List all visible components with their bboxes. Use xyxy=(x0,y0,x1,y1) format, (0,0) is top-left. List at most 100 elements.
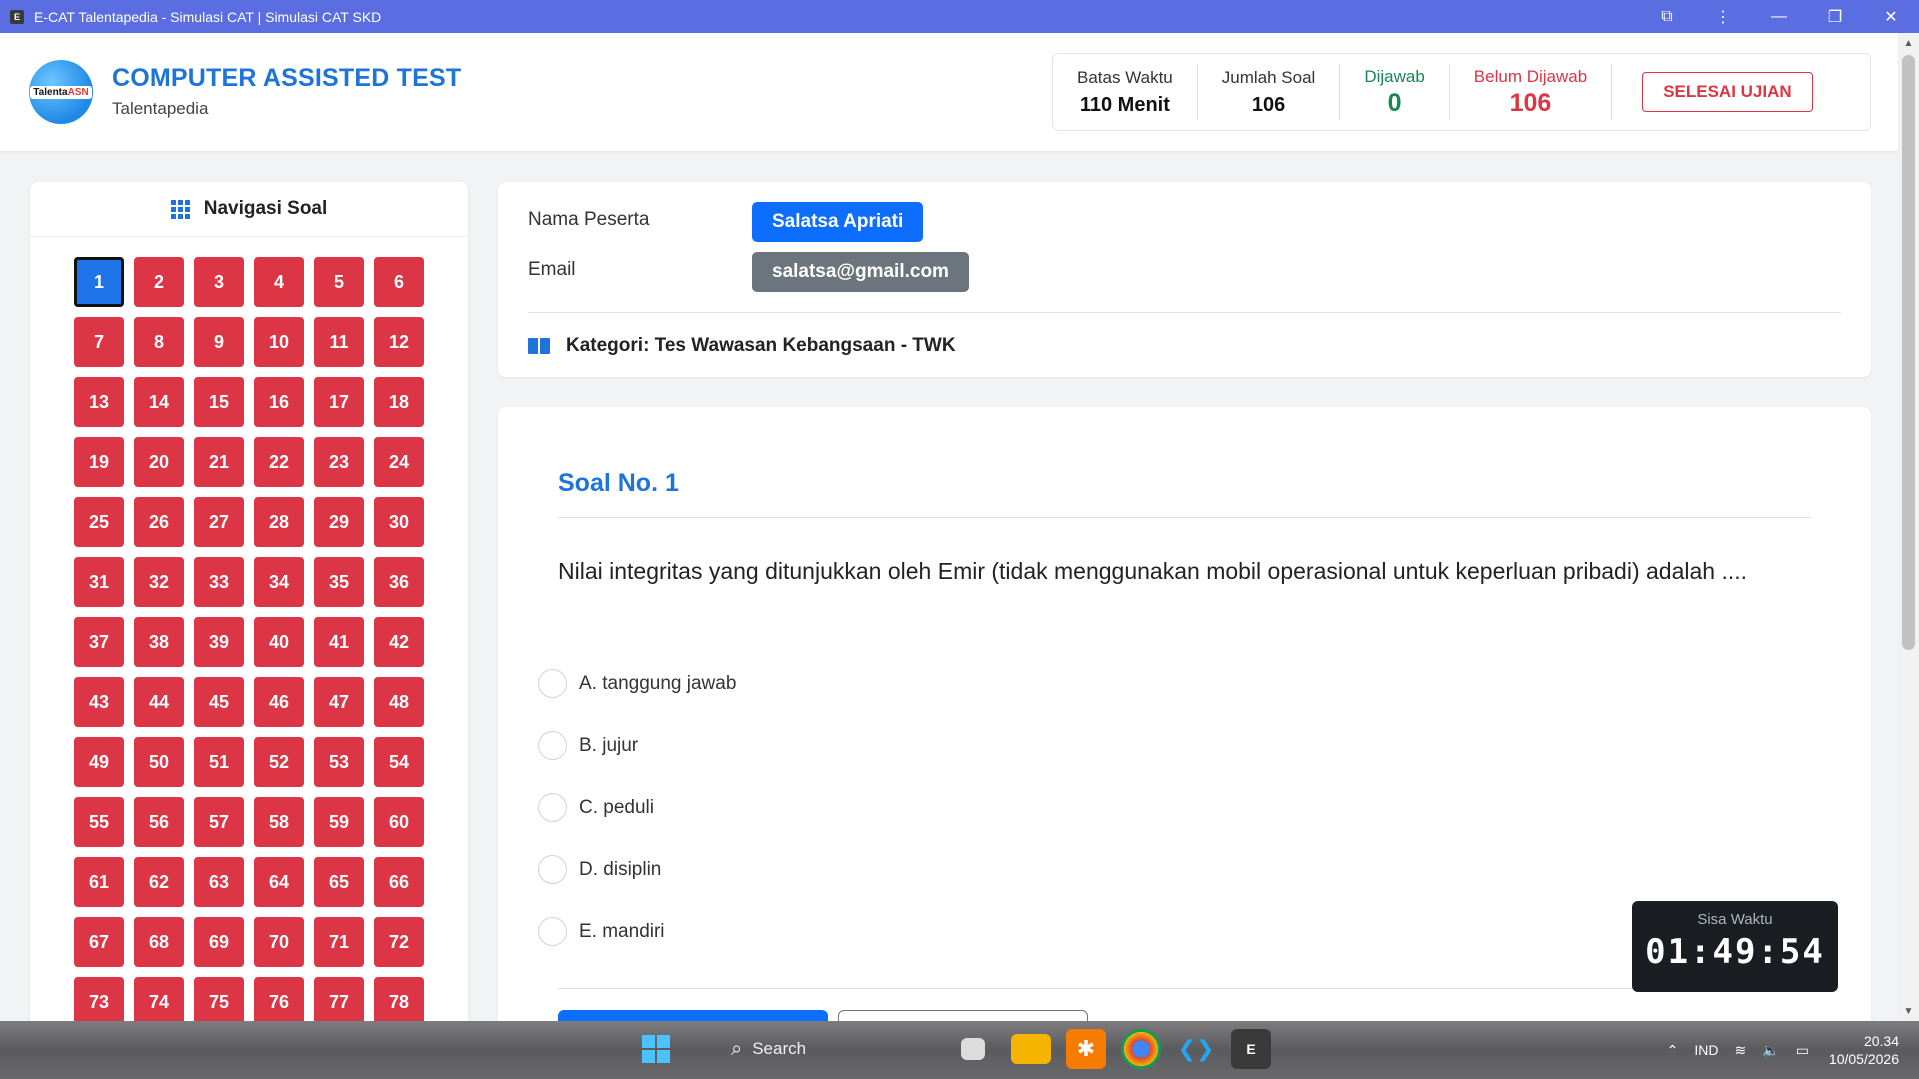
question-number-button[interactable]: 67 xyxy=(74,917,124,967)
question-number-button[interactable]: 72 xyxy=(374,917,424,967)
question-number-button[interactable]: 46 xyxy=(254,677,304,727)
option-a[interactable]: A. tanggung jawab xyxy=(538,669,736,698)
question-number-button[interactable]: 15 xyxy=(194,377,244,427)
question-number-button[interactable]: 66 xyxy=(374,857,424,907)
file-explorer-icon[interactable] xyxy=(1011,1034,1051,1064)
radio-button[interactable] xyxy=(538,793,567,822)
question-number-button[interactable]: 51 xyxy=(194,737,244,787)
task-view-icon[interactable] xyxy=(961,1038,985,1060)
question-number-button[interactable]: 29 xyxy=(314,497,364,547)
question-number-button[interactable]: 58 xyxy=(254,797,304,847)
question-number-button[interactable]: 48 xyxy=(374,677,424,727)
question-number-button[interactable]: 30 xyxy=(374,497,424,547)
chrome-icon[interactable] xyxy=(1121,1029,1161,1069)
question-number-button[interactable]: 10 xyxy=(254,317,304,367)
question-number-button[interactable]: 56 xyxy=(134,797,184,847)
question-number-button[interactable]: 62 xyxy=(134,857,184,907)
battery-icon[interactable]: ▭ xyxy=(1796,1042,1809,1059)
question-number-button[interactable]: 23 xyxy=(314,437,364,487)
question-number-button[interactable]: 61 xyxy=(74,857,124,907)
question-number-button[interactable]: 18 xyxy=(374,377,424,427)
question-number-button[interactable]: 34 xyxy=(254,557,304,607)
question-number-button[interactable]: 21 xyxy=(194,437,244,487)
question-number-button[interactable]: 8 xyxy=(134,317,184,367)
question-number-button[interactable]: 49 xyxy=(74,737,124,787)
radio-button[interactable] xyxy=(538,731,567,760)
question-number-button[interactable]: 39 xyxy=(194,617,244,667)
question-number-button[interactable]: 77 xyxy=(314,977,364,1027)
question-number-button[interactable]: 65 xyxy=(314,857,364,907)
radio-button[interactable] xyxy=(538,917,567,946)
question-number-button[interactable]: 2 xyxy=(134,257,184,307)
question-number-button[interactable]: 76 xyxy=(254,977,304,1027)
close-icon[interactable]: ✕ xyxy=(1863,0,1919,33)
radio-button[interactable] xyxy=(538,855,567,884)
question-number-button[interactable]: 40 xyxy=(254,617,304,667)
question-number-button[interactable]: 60 xyxy=(374,797,424,847)
restore-icon[interactable]: ❐ xyxy=(1807,0,1863,33)
scrollbar-thumb[interactable] xyxy=(1902,55,1915,650)
taskbar-search[interactable]: ⌕ Search xyxy=(691,1029,951,1069)
page-scrollbar[interactable]: ▲ ▼ xyxy=(1898,33,1919,1021)
question-number-button[interactable]: 47 xyxy=(314,677,364,727)
scroll-up-icon[interactable]: ▲ xyxy=(1898,33,1919,53)
option-b[interactable]: B. jujur xyxy=(538,731,638,760)
xampp-icon[interactable]: ✱ xyxy=(1066,1029,1106,1069)
question-number-button[interactable]: 35 xyxy=(314,557,364,607)
option-e[interactable]: E. mandiri xyxy=(538,917,665,946)
question-number-button[interactable]: 32 xyxy=(134,557,184,607)
scroll-down-icon[interactable]: ▼ xyxy=(1898,1001,1919,1021)
question-number-button[interactable]: 43 xyxy=(74,677,124,727)
question-number-button[interactable]: 37 xyxy=(74,617,124,667)
windows-start-icon[interactable] xyxy=(636,1029,676,1069)
question-number-button[interactable]: 75 xyxy=(194,977,244,1027)
question-number-button[interactable]: 6 xyxy=(374,257,424,307)
question-number-button[interactable]: 28 xyxy=(254,497,304,547)
question-number-button[interactable]: 12 xyxy=(374,317,424,367)
question-number-button[interactable]: 5 xyxy=(314,257,364,307)
vscode-icon[interactable]: ❮❯ xyxy=(1176,1029,1216,1069)
question-number-button[interactable]: 17 xyxy=(314,377,364,427)
question-number-button[interactable]: 78 xyxy=(374,977,424,1027)
question-number-button[interactable]: 36 xyxy=(374,557,424,607)
ecat-app-icon[interactable]: E xyxy=(1231,1029,1271,1069)
question-number-button[interactable]: 55 xyxy=(74,797,124,847)
question-number-button[interactable]: 20 xyxy=(134,437,184,487)
question-number-button[interactable]: 25 xyxy=(74,497,124,547)
question-number-button[interactable]: 33 xyxy=(194,557,244,607)
question-number-button[interactable]: 13 xyxy=(74,377,124,427)
question-number-button[interactable]: 38 xyxy=(134,617,184,667)
question-number-button[interactable]: 22 xyxy=(254,437,304,487)
question-number-button[interactable]: 54 xyxy=(374,737,424,787)
question-number-button[interactable]: 45 xyxy=(194,677,244,727)
question-number-button[interactable]: 63 xyxy=(194,857,244,907)
question-number-button[interactable]: 74 xyxy=(134,977,184,1027)
question-number-button[interactable]: 11 xyxy=(314,317,364,367)
option-c[interactable]: C. peduli xyxy=(538,793,654,822)
question-number-button[interactable]: 53 xyxy=(314,737,364,787)
question-number-button[interactable]: 70 xyxy=(254,917,304,967)
question-number-button[interactable]: 69 xyxy=(194,917,244,967)
question-number-button[interactable]: 24 xyxy=(374,437,424,487)
question-number-button[interactable]: 41 xyxy=(314,617,364,667)
system-clock[interactable]: 20.34 10/05/2026 xyxy=(1829,1032,1899,1068)
question-number-button[interactable]: 19 xyxy=(74,437,124,487)
question-number-button[interactable]: 9 xyxy=(194,317,244,367)
question-number-button[interactable]: 73 xyxy=(74,977,124,1027)
question-number-button[interactable]: 26 xyxy=(134,497,184,547)
question-number-button[interactable]: 1 xyxy=(74,257,124,307)
radio-button[interactable] xyxy=(538,669,567,698)
question-number-button[interactable]: 16 xyxy=(254,377,304,427)
more-menu-icon[interactable]: ⋮ xyxy=(1695,0,1751,33)
question-number-button[interactable]: 50 xyxy=(134,737,184,787)
language-indicator[interactable]: IND xyxy=(1694,1042,1718,1058)
wifi-icon[interactable]: ≋ xyxy=(1735,1042,1747,1059)
question-number-button[interactable]: 52 xyxy=(254,737,304,787)
chevron-up-icon[interactable]: ⌃ xyxy=(1667,1042,1679,1059)
volume-icon[interactable]: 🔈 xyxy=(1762,1042,1779,1059)
question-number-button[interactable]: 14 xyxy=(134,377,184,427)
question-number-button[interactable]: 42 xyxy=(374,617,424,667)
finish-exam-button[interactable]: SELESAI UJIAN xyxy=(1642,72,1813,112)
question-number-button[interactable]: 27 xyxy=(194,497,244,547)
question-number-button[interactable]: 71 xyxy=(314,917,364,967)
